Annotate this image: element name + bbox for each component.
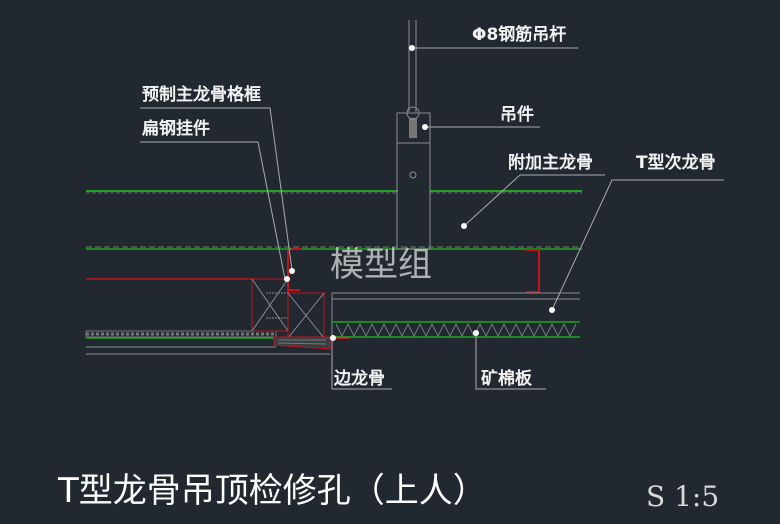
watermark: 模型组 bbox=[330, 245, 432, 285]
label-flat-steel-hook: 扁钢挂件 bbox=[142, 118, 210, 139]
cad-drawing: Φ8钢筋吊杆 吊件 预制主龙骨格框 扁钢挂件 附加主龙骨 T型次龙骨 边龙骨 矿… bbox=[57, 20, 724, 513]
label-prefab-frame: 预制主龙骨格框 bbox=[142, 84, 261, 105]
hanger-assembly bbox=[396, 20, 431, 250]
mineral-wool-board bbox=[332, 321, 580, 338]
upper-green-line bbox=[86, 190, 582, 194]
label-extra-main-keel: 附加主龙骨 bbox=[508, 152, 593, 173]
label-edge-keel: 边龙骨 bbox=[333, 368, 385, 389]
label-hanger: 吊件 bbox=[500, 104, 534, 125]
drawing-scale: S 1:5 bbox=[646, 480, 719, 513]
label-mineral-wool-board: 矿棉板 bbox=[481, 368, 533, 389]
label-t-secondary-keel: T型次龙骨 bbox=[636, 152, 716, 173]
label-steel-rod: Φ8钢筋吊杆 bbox=[472, 24, 566, 45]
t-keel-red bbox=[526, 249, 540, 293]
drawing-title: T型龙骨吊顶检修孔（上人） bbox=[57, 471, 487, 511]
